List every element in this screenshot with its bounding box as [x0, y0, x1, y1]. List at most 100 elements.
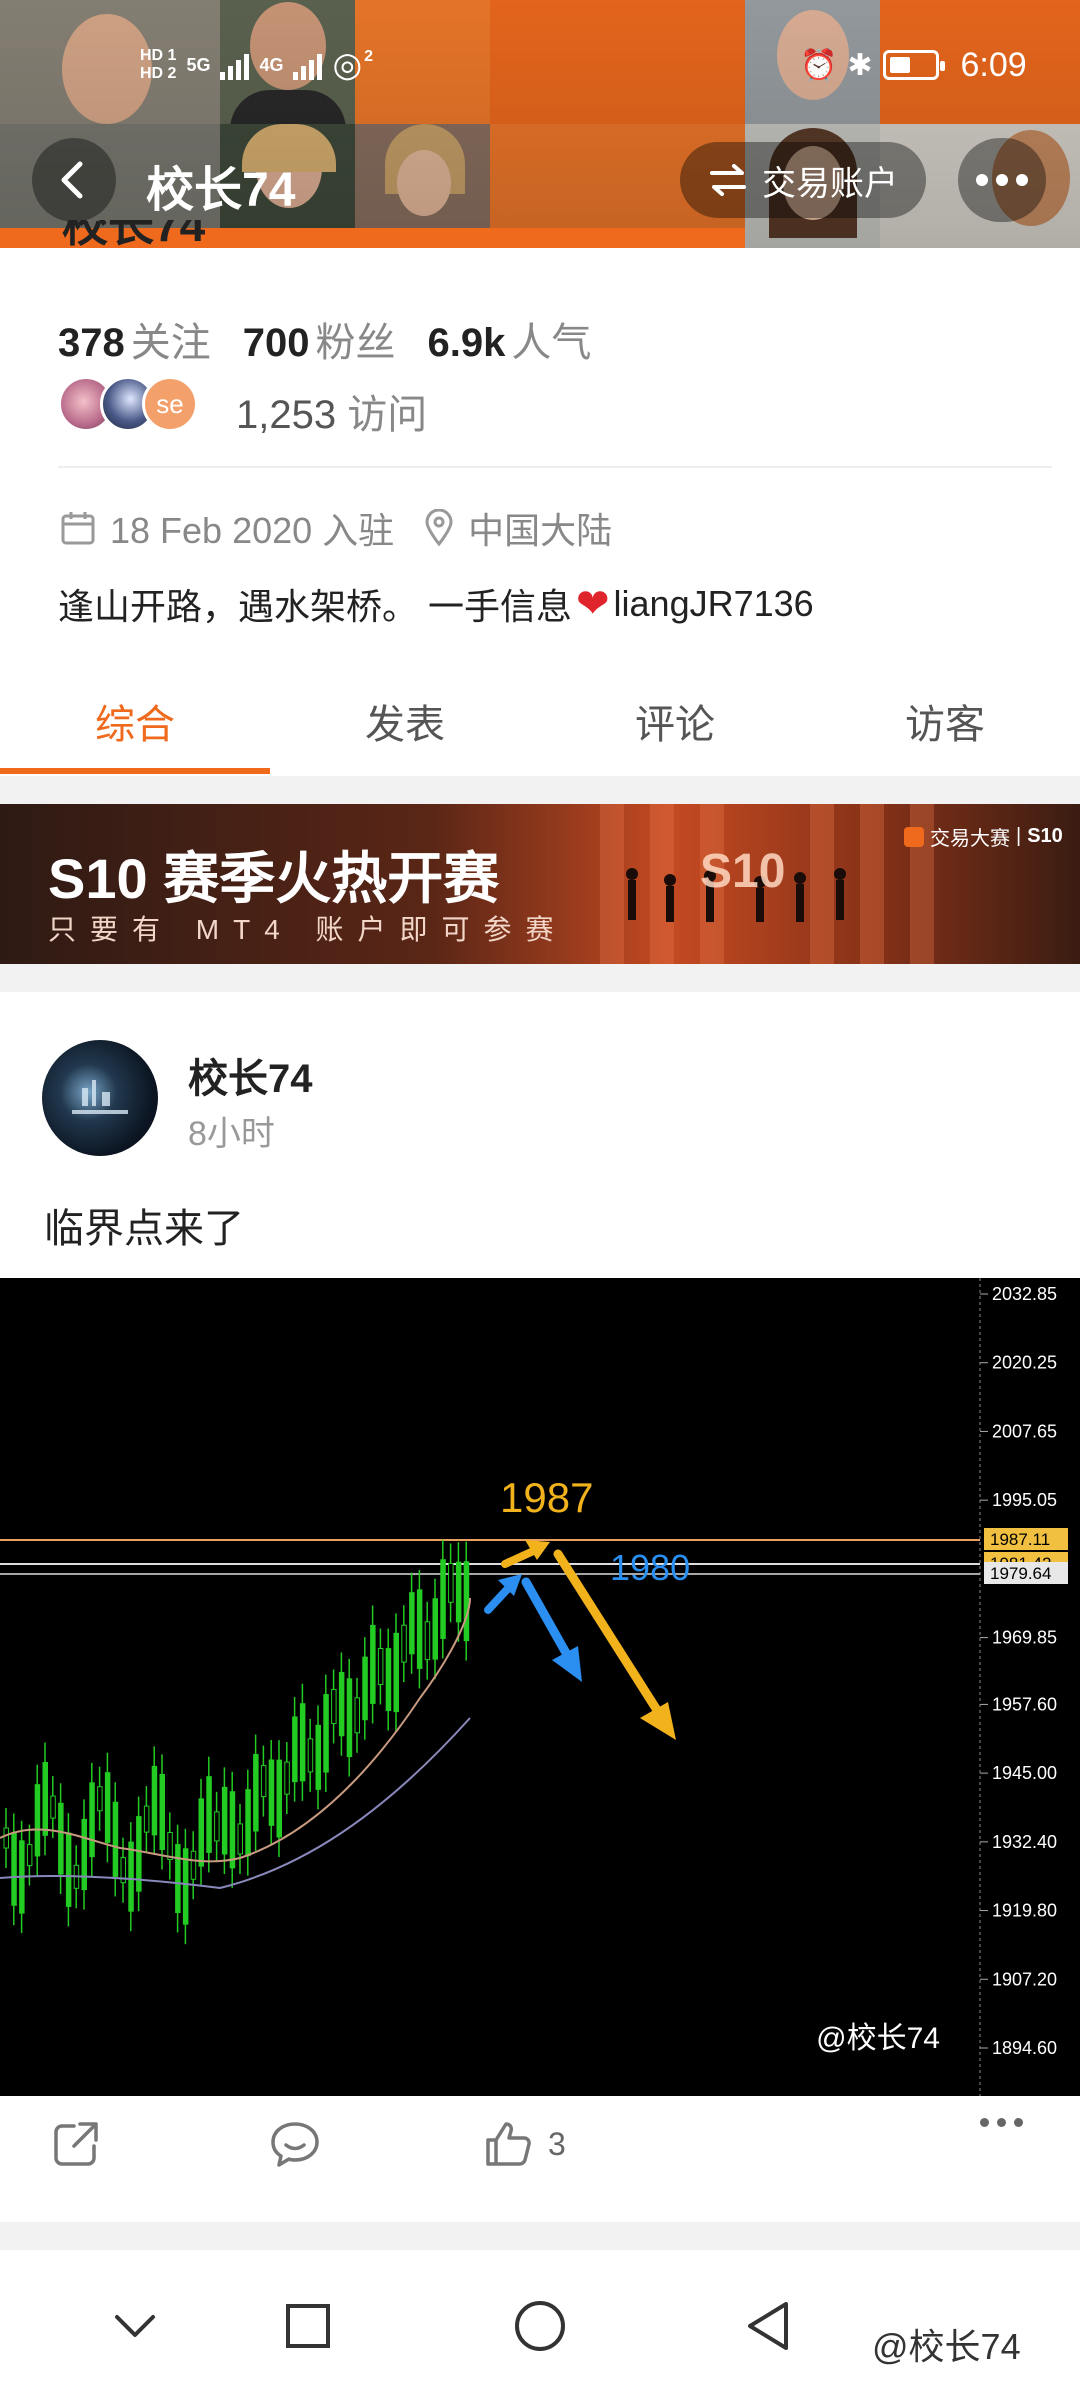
annotation-1987: 1987: [500, 1474, 593, 1521]
price-axis-tick: 1932.40: [992, 1832, 1057, 1852]
swap-icon: [710, 164, 746, 196]
tab-posts[interactable]: 发表: [270, 680, 540, 774]
price-axis-tick: 1907.20: [992, 1969, 1057, 1989]
candle-body: [175, 1844, 181, 1913]
blue-arrow-up: [484, 1574, 522, 1614]
profile-name-peek: 校长74: [62, 220, 206, 250]
promo-banner[interactable]: S10 S10 赛季火热开赛 只要有 MT4 账户即可参赛 交易大赛 | S10: [0, 804, 1080, 964]
calendar-icon: [61, 512, 95, 545]
trading-account-button[interactable]: 交易账户: [680, 142, 926, 218]
bluetooth-icon: ✱: [847, 48, 873, 82]
candle-body: [26, 1844, 33, 1867]
candle-body: [385, 1648, 392, 1711]
nav-back-button[interactable]: [728, 2286, 808, 2366]
candle-body: [315, 1724, 321, 1790]
candle-body: [190, 1850, 197, 1880]
candle-body: [331, 1688, 337, 1724]
circle-icon: [515, 2301, 565, 2351]
like-button[interactable]: 3: [482, 2118, 566, 2170]
divider: [58, 466, 1052, 468]
candle-body: [448, 1562, 454, 1603]
profile-bio: 逢山开路，遇水架桥。 一手信息 ❤ liangJR7136: [58, 582, 814, 627]
back-button[interactable]: [32, 138, 116, 222]
more-options-button[interactable]: [958, 138, 1046, 222]
candle-body: [377, 1647, 384, 1685]
price-axis-tick: 1957.60: [992, 1694, 1057, 1714]
price-axis-tick: 1945.00: [992, 1763, 1057, 1783]
candle-body: [370, 1624, 376, 1704]
price-tag: 1979.64: [990, 1564, 1051, 1583]
tab-overview[interactable]: 综合: [0, 680, 270, 774]
status-time: 6:09: [960, 45, 1027, 84]
candle-body: [151, 1765, 158, 1836]
alarm-icon: ⏰: [800, 48, 838, 82]
post-author-name[interactable]: 校长74: [188, 1046, 313, 1104]
annotation-1980: 1980: [610, 1547, 690, 1588]
candle-body: [167, 1831, 173, 1861]
signal-5g-icon: [220, 50, 250, 80]
blue-arrow-down: [521, 1577, 582, 1682]
candle-body: [50, 1795, 56, 1819]
net-5g-label: 5G: [186, 54, 211, 75]
recent-visitors[interactable]: se: [58, 376, 198, 432]
nav-recents-button[interactable]: [268, 2286, 348, 2366]
post-more-button[interactable]: [980, 2118, 1023, 2127]
visits-count: 1,253 访问: [236, 393, 428, 437]
post-author-avatar[interactable]: [42, 1040, 158, 1156]
candle-body: [58, 1802, 64, 1875]
candle-body: [463, 1561, 470, 1642]
footer-watermark: @校长74: [872, 2326, 1021, 2367]
chart-watermark: @校长74: [816, 2022, 940, 2055]
candle-body: [89, 1782, 95, 1858]
candle-body: [276, 1759, 282, 1838]
following-stat[interactable]: 378 关注: [58, 310, 211, 368]
candle-body: [440, 1559, 446, 1639]
candle-body: [42, 1762, 48, 1836]
candle-body: [237, 1823, 243, 1855]
tab-visitors[interactable]: 访客: [810, 680, 1080, 774]
nav-home-button[interactable]: [500, 2286, 580, 2366]
share-button[interactable]: [50, 2118, 102, 2170]
price-chart-image[interactable]: 2032.85 2020.25 2007.65 1995.05 1969.85 1957.…: [0, 1278, 1080, 2096]
followers-stat[interactable]: 700 粉丝: [243, 310, 396, 368]
location: 中国大陆: [468, 510, 613, 551]
status-bar-left: HD 1 HD 2 5G 4G ◎ 2: [140, 40, 373, 90]
comment-button[interactable]: [268, 2118, 322, 2170]
candle-body: [128, 1841, 134, 1912]
candle-body: [229, 1791, 236, 1869]
comment-icon: [271, 2122, 319, 2167]
triangle-back-icon: [748, 2302, 788, 2350]
candle-body: [354, 1697, 360, 1734]
more-dot-icon: [976, 174, 988, 186]
price-tag: 1987.11: [990, 1530, 1050, 1549]
profile-tabs: 综合 发表 评论 访客: [0, 680, 1080, 774]
profile-meta: 18 Feb 2020 入驻 中国大陆: [60, 502, 612, 554]
candle-body: [34, 1784, 41, 1857]
nav-collapse-button[interactable]: [95, 2286, 175, 2366]
banner-title: S10 赛季火热开赛: [48, 847, 500, 910]
candle-body: [323, 1694, 329, 1773]
post-actions: 3: [0, 2118, 1080, 2208]
candle-body: [65, 1832, 72, 1907]
candle-body: [424, 1621, 431, 1661]
candle-body: [307, 1738, 314, 1773]
candle-body: [143, 1805, 150, 1833]
candle-body: [338, 1671, 345, 1737]
tab-comments[interactable]: 评论: [540, 680, 810, 774]
header-title: 校长74: [146, 164, 296, 217]
candle-body: [112, 1801, 119, 1877]
candle-body: [11, 1832, 17, 1906]
candle-body: [455, 1561, 462, 1623]
candle-body: [3, 1827, 9, 1849]
candle-body: [401, 1624, 407, 1663]
candle-body: [284, 1761, 290, 1795]
price-axis-tick: 2032.85: [992, 1284, 1057, 1304]
candle-body: [432, 1598, 438, 1660]
candle-body: [268, 1759, 275, 1826]
battery-icon: [882, 50, 945, 80]
price-axis-tick: 2007.65: [992, 1421, 1057, 1441]
candle-body: [362, 1656, 368, 1721]
candle-body: [409, 1592, 415, 1655]
price-axis-tick: 1969.85: [992, 1628, 1057, 1648]
candle-body: [260, 1765, 267, 1798]
